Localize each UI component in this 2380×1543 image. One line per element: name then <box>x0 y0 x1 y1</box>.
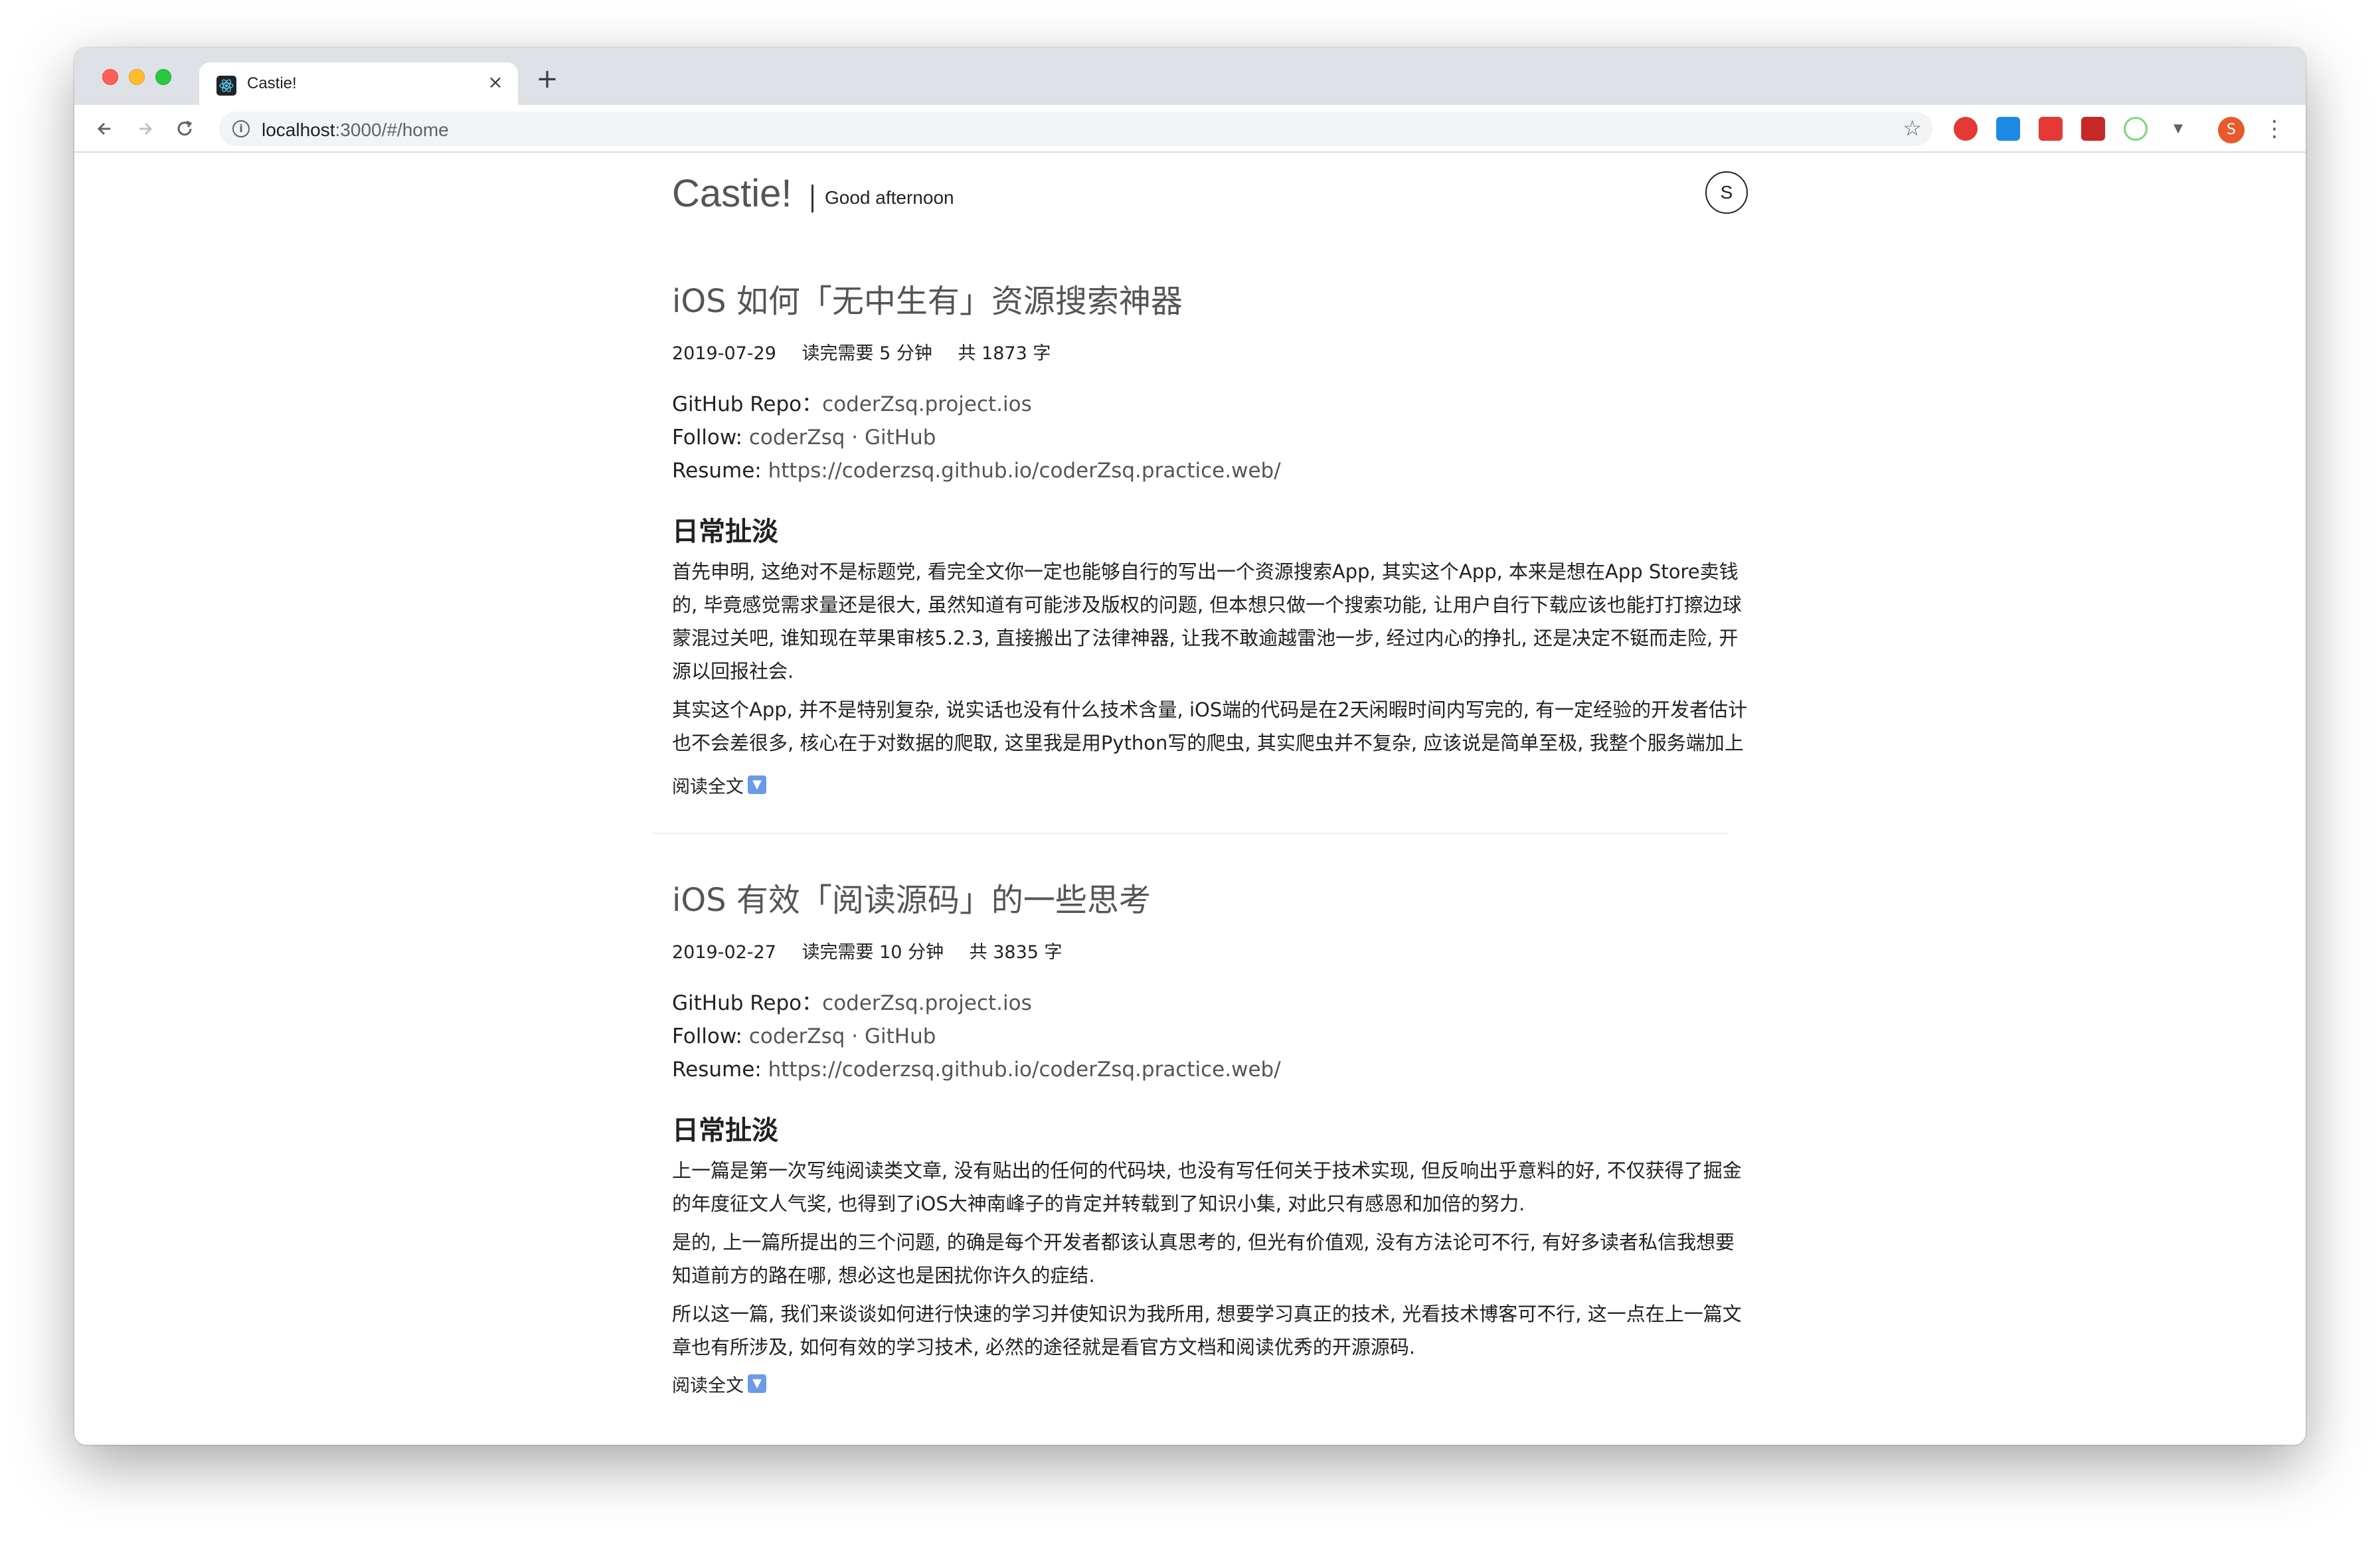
follow-link[interactable]: coderZsq · GitHub <box>749 426 936 449</box>
react-favicon-icon <box>216 76 236 96</box>
resume-link[interactable]: https://coderzsq.github.io/coderZsq.prac… <box>768 1058 1281 1082</box>
section-heading: 日常扯淡 <box>672 517 778 547</box>
excerpt-paragraph: 其实这个App, 并不是特别复杂, 说实话也没有什么技术含量, iOS端的代码是… <box>672 698 1748 766</box>
read-more-label: 阅读全文 <box>672 776 744 797</box>
read-more-link[interactable]: 阅读全文 ▼ <box>672 1369 1748 1398</box>
post-title[interactable]: iOS 有效「阅读源码」的一些思考 <box>672 874 1748 920</box>
resume-link[interactable]: https://coderzsq.github.io/coderZsq.prac… <box>768 459 1281 483</box>
site-header: Castie! Good afternoon S <box>672 153 1748 246</box>
post-read-time: 读完需要 10 分钟 <box>802 942 944 963</box>
url-text[interactable]: localhost:3000/#/home <box>262 120 449 141</box>
post-links: GitHub Repo：coderZsq.project.ios Follow:… <box>672 388 1748 487</box>
profile-avatar[interactable]: S <box>2218 117 2245 143</box>
post-card: iOS 如何「无中生有」资源搜索神器 2019-07-29 读完需要 5 分钟 … <box>652 275 1748 834</box>
follow-label: Follow: <box>672 426 749 449</box>
follow-label: Follow: <box>672 1024 749 1048</box>
post-excerpt: 首先申明, 这绝对不是标题党, 看完全文你一定也能够自行的写出一个资源搜索App… <box>672 555 1748 766</box>
repo-label: GitHub Repo： <box>672 392 823 416</box>
post-separator <box>652 833 1728 834</box>
url-path: :3000/#/home <box>335 120 449 140</box>
down-arrow-icon: ▼ <box>748 775 766 794</box>
post-read-time: 读完需要 5 分钟 <box>802 343 932 364</box>
reload-icon[interactable] <box>170 114 199 143</box>
more-menu-icon[interactable]: ⋮ <box>2263 114 2286 143</box>
excerpt-paragraph: 首先申明, 这绝对不是标题党, 看完全文你一定也能够自行的写出一个资源搜索App… <box>672 560 1742 683</box>
excerpt-paragraph: 是的, 上一篇所提出的三个问题, 的确是每个开发者都该认真思考的, 但光有价值观… <box>672 1231 1735 1287</box>
browser-toolbar: i localhost:3000/#/home ☆ ▼ S ⋮ <box>74 105 2306 153</box>
user-avatar[interactable]: S <box>1705 171 1748 214</box>
section-heading: 日常扯淡 <box>672 1115 778 1146</box>
forward-arrow-icon[interactable] <box>130 114 159 143</box>
extension-vue-icon[interactable]: ▼ <box>2166 117 2190 141</box>
greeting-text: Good afternoon <box>825 187 954 208</box>
new-tab-button[interactable]: + <box>534 66 560 93</box>
url-host: localhost <box>262 120 335 140</box>
header-divider <box>811 185 813 212</box>
post-date: 2019-07-29 <box>672 343 776 364</box>
site-logo[interactable]: Castie! <box>672 171 792 216</box>
read-more-link[interactable]: 阅读全文 ▼ <box>672 770 1748 799</box>
excerpt-paragraph: 所以这一篇, 我们来谈谈如何进行快速的学习并使知识为我所用, 想要学习真正的技术… <box>672 1303 1742 1358</box>
post-meta: 2019-02-27 读完需要 10 分钟 共 3835 字 <box>672 937 1748 964</box>
minimize-window-button[interactable] <box>129 69 145 85</box>
resume-label: Resume: <box>672 1058 768 1082</box>
down-arrow-icon: ▼ <box>748 1374 766 1393</box>
post-date: 2019-02-27 <box>672 942 776 963</box>
close-window-button[interactable] <box>102 69 118 85</box>
read-more-label: 阅读全文 <box>672 1375 744 1396</box>
tab-strip: Castie! × + <box>74 48 2306 105</box>
excerpt-paragraph: 上一篇是第一次写纯阅读类文章, 没有贴出的任何的代码块, 也没有写任何关于技术实… <box>672 1159 1742 1215</box>
browser-tab-active[interactable]: Castie! × <box>199 62 518 105</box>
post-card: iOS 有效「阅读源码」的一些思考 2019-02-27 读完需要 10 分钟 … <box>672 874 1748 1398</box>
extension-translate-icon[interactable] <box>1996 117 2020 141</box>
page-viewport: Castie! Good afternoon S iOS 如何「无中生有」资源搜… <box>74 153 2306 1445</box>
zoom-window-button[interactable] <box>155 69 171 85</box>
post-meta: 2019-07-29 读完需要 5 分钟 共 1873 字 <box>672 339 1748 365</box>
tab-close-icon[interactable]: × <box>485 72 506 93</box>
extension-fe-icon[interactable] <box>2039 117 2063 141</box>
bookmark-star-icon[interactable]: ☆ <box>1903 116 1922 141</box>
repo-link[interactable]: coderZsq.project.ios <box>822 991 1032 1015</box>
follow-link[interactable]: coderZsq · GitHub <box>749 1024 936 1048</box>
browser-window: Castie! × + i localhost:3000/#/home ☆ ▼ <box>74 48 2306 1445</box>
post-word-count: 共 1873 字 <box>958 343 1051 364</box>
extension-red-icon[interactable] <box>2081 117 2105 141</box>
back-arrow-icon[interactable] <box>90 114 120 143</box>
tab-title: Castie! <box>247 74 297 92</box>
post-links: GitHub Repo：coderZsq.project.ios Follow:… <box>672 987 1748 1086</box>
post-title[interactable]: iOS 如何「无中生有」资源搜索神器 <box>672 275 1748 321</box>
address-bar[interactable]: i localhost:3000/#/home ☆ <box>219 112 1932 146</box>
page-content: Castie! Good afternoon S iOS 如何「无中生有」资源搜… <box>652 153 1748 1398</box>
extension-adblock-icon[interactable] <box>1954 117 1978 141</box>
repo-link[interactable]: coderZsq.project.ios <box>822 392 1032 416</box>
repo-label: GitHub Repo： <box>672 991 823 1015</box>
site-info-icon[interactable]: i <box>232 120 250 137</box>
extension-green-icon[interactable] <box>2124 117 2148 141</box>
resume-label: Resume: <box>672 459 768 483</box>
post-excerpt: 上一篇是第一次写纯阅读类文章, 没有贴出的任何的代码块, 也没有写任何关于技术实… <box>672 1154 1748 1365</box>
post-word-count: 共 3835 字 <box>969 942 1062 963</box>
